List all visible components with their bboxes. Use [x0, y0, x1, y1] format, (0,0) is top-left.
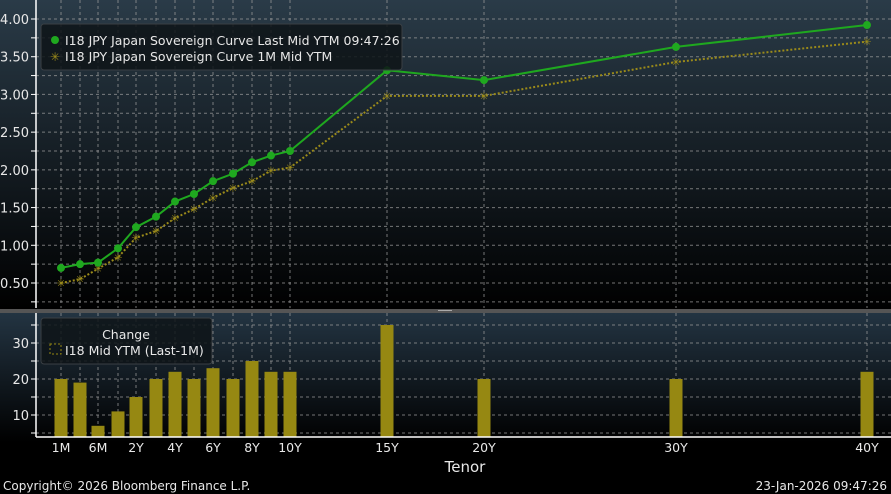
bar-6Y: [206, 368, 220, 437]
marker-last-3M: [76, 260, 84, 269]
y-tick-label: 4.00: [0, 13, 29, 28]
legend-label-change: I18 Mid YTM (Last-1M): [65, 343, 204, 358]
bar-40Y: [860, 371, 874, 437]
legend-label-last: I18 JPY Japan Sovereign Curve Last Mid Y…: [65, 33, 400, 48]
x-tick-label: 10Y: [278, 440, 302, 455]
marker-1m-8Y: ✳: [247, 175, 256, 188]
marker-last-5Y: [190, 189, 198, 198]
marker-1m-20Y: ✳: [479, 90, 488, 103]
y-tick-label: 2.00: [0, 164, 29, 179]
bar-30Y: [669, 379, 683, 437]
x-tick-label: 4Y: [167, 440, 183, 455]
bar-15Y: [380, 325, 394, 437]
marker-last-10Y: [286, 146, 294, 155]
bar-1Y: [111, 411, 125, 437]
legend-asterisk-icon: ✳: [50, 50, 60, 64]
y-tick-label: 1.00: [0, 239, 29, 254]
marker-1m-30Y: ✳: [671, 56, 680, 69]
marker-last-9Y: [267, 151, 275, 160]
bar-5Y: [187, 379, 201, 437]
marker-last-2Y: [132, 223, 140, 232]
x-tick-label: 1M: [52, 440, 71, 455]
copyright-text: Copyright© 2026 Bloomberg Finance L.P.: [3, 479, 250, 493]
marker-1m-2Y: ✳: [131, 232, 140, 245]
marker-last-4Y: [171, 197, 179, 206]
marker-last-1Y: [114, 244, 122, 253]
x-axis-title: Tenor: [444, 458, 487, 476]
marker-1m-3M: ✳: [75, 273, 84, 286]
marker-1m-40Y: ✳: [862, 36, 871, 49]
x-tick-label: 8Y: [244, 440, 260, 455]
marker-last-7Y: [229, 169, 237, 178]
y-tick-label: 10: [12, 409, 29, 424]
marker-last-40Y: [863, 21, 871, 30]
marker-1m-6Y: ✳: [208, 192, 217, 205]
marker-1m-1Y: ✳: [113, 251, 122, 264]
bar-3M: [73, 382, 87, 437]
bar-9Y: [264, 371, 278, 437]
bar-7Y: [226, 379, 240, 437]
bar-1M: [54, 379, 68, 437]
marker-1m-7Y: ✳: [228, 182, 237, 195]
marker-last-1M: [57, 263, 65, 272]
y-tick-label: 3.50: [0, 51, 29, 66]
bar-10Y: [283, 371, 297, 437]
legend-circle-icon: [51, 36, 59, 44]
marker-last-20Y: [480, 76, 488, 85]
y-tick-label: 1.50: [0, 202, 29, 217]
divider-handle[interactable]: [438, 310, 452, 311]
y-tick-label: 3.00: [0, 88, 29, 103]
bar-3Y: [149, 379, 163, 437]
x-tick-label: 15Y: [375, 440, 399, 455]
x-tick-label: 40Y: [855, 440, 879, 455]
legend-top: I18 JPY Japan Sovereign Curve Last Mid Y…: [40, 23, 403, 71]
bar-4Y: [168, 371, 182, 437]
marker-last-6M: [94, 258, 102, 267]
legend-title: Change: [102, 327, 150, 342]
marker-1m-1M: ✳: [56, 277, 65, 290]
marker-1m-4Y: ✳: [170, 212, 179, 225]
marker-last-30Y: [672, 42, 680, 51]
timestamp-text: 23-Jan-2026 09:47:26: [756, 479, 887, 493]
marker-1m-5Y: ✳: [189, 203, 198, 216]
marker-last-8Y: [248, 158, 256, 167]
marker-1m-15Y: ✳: [382, 90, 391, 103]
x-tick-label: 30Y: [664, 440, 688, 455]
y-tick-label: 30: [12, 337, 29, 352]
legend-bottom: Change I18 Mid YTM (Last-1M): [40, 317, 213, 365]
y-tick-label: 20: [12, 373, 29, 388]
chart-canvas: ✳ ✳ ✳ ✳ ✳ ✳ ✳ ✳ ✳ ✳ ✳ ✳ ✳ ✳ ✳ ✳ ✳ 0.50 1.00 1.50 2.00 2.50 3.…: [0, 0, 891, 493]
x-tick-label: 20Y: [472, 440, 496, 455]
yield-curve-chart: ✳ ✳ ✳ ✳ ✳ ✳ ✳ ✳ ✳ ✳ ✳ ✳ ✳ ✳ ✳ ✳ ✳ 0.50 1.00 1.50 2.00 2.50 3.…: [0, 0, 891, 494]
marker-1m-3Y: ✳: [151, 225, 160, 238]
bar-6M: [91, 425, 105, 437]
marker-1m-9Y: ✳: [266, 165, 275, 178]
bar-2Y: [129, 397, 143, 437]
x-tick-label: 6M: [89, 440, 108, 455]
bar-20Y: [477, 379, 491, 437]
marker-last-6Y: [209, 177, 217, 186]
x-tick-label: 2Y: [128, 440, 144, 455]
marker-1m-10Y: ✳: [285, 162, 294, 175]
marker-last-3Y: [152, 212, 160, 221]
y-tick-label: 2.50: [0, 126, 29, 141]
bar-8Y: [245, 361, 259, 437]
y-tick-label: 0.50: [0, 277, 29, 292]
legend-label-1m: I18 JPY Japan Sovereign Curve 1M Mid YTM: [65, 49, 332, 64]
x-tick-label: 6Y: [205, 440, 221, 455]
